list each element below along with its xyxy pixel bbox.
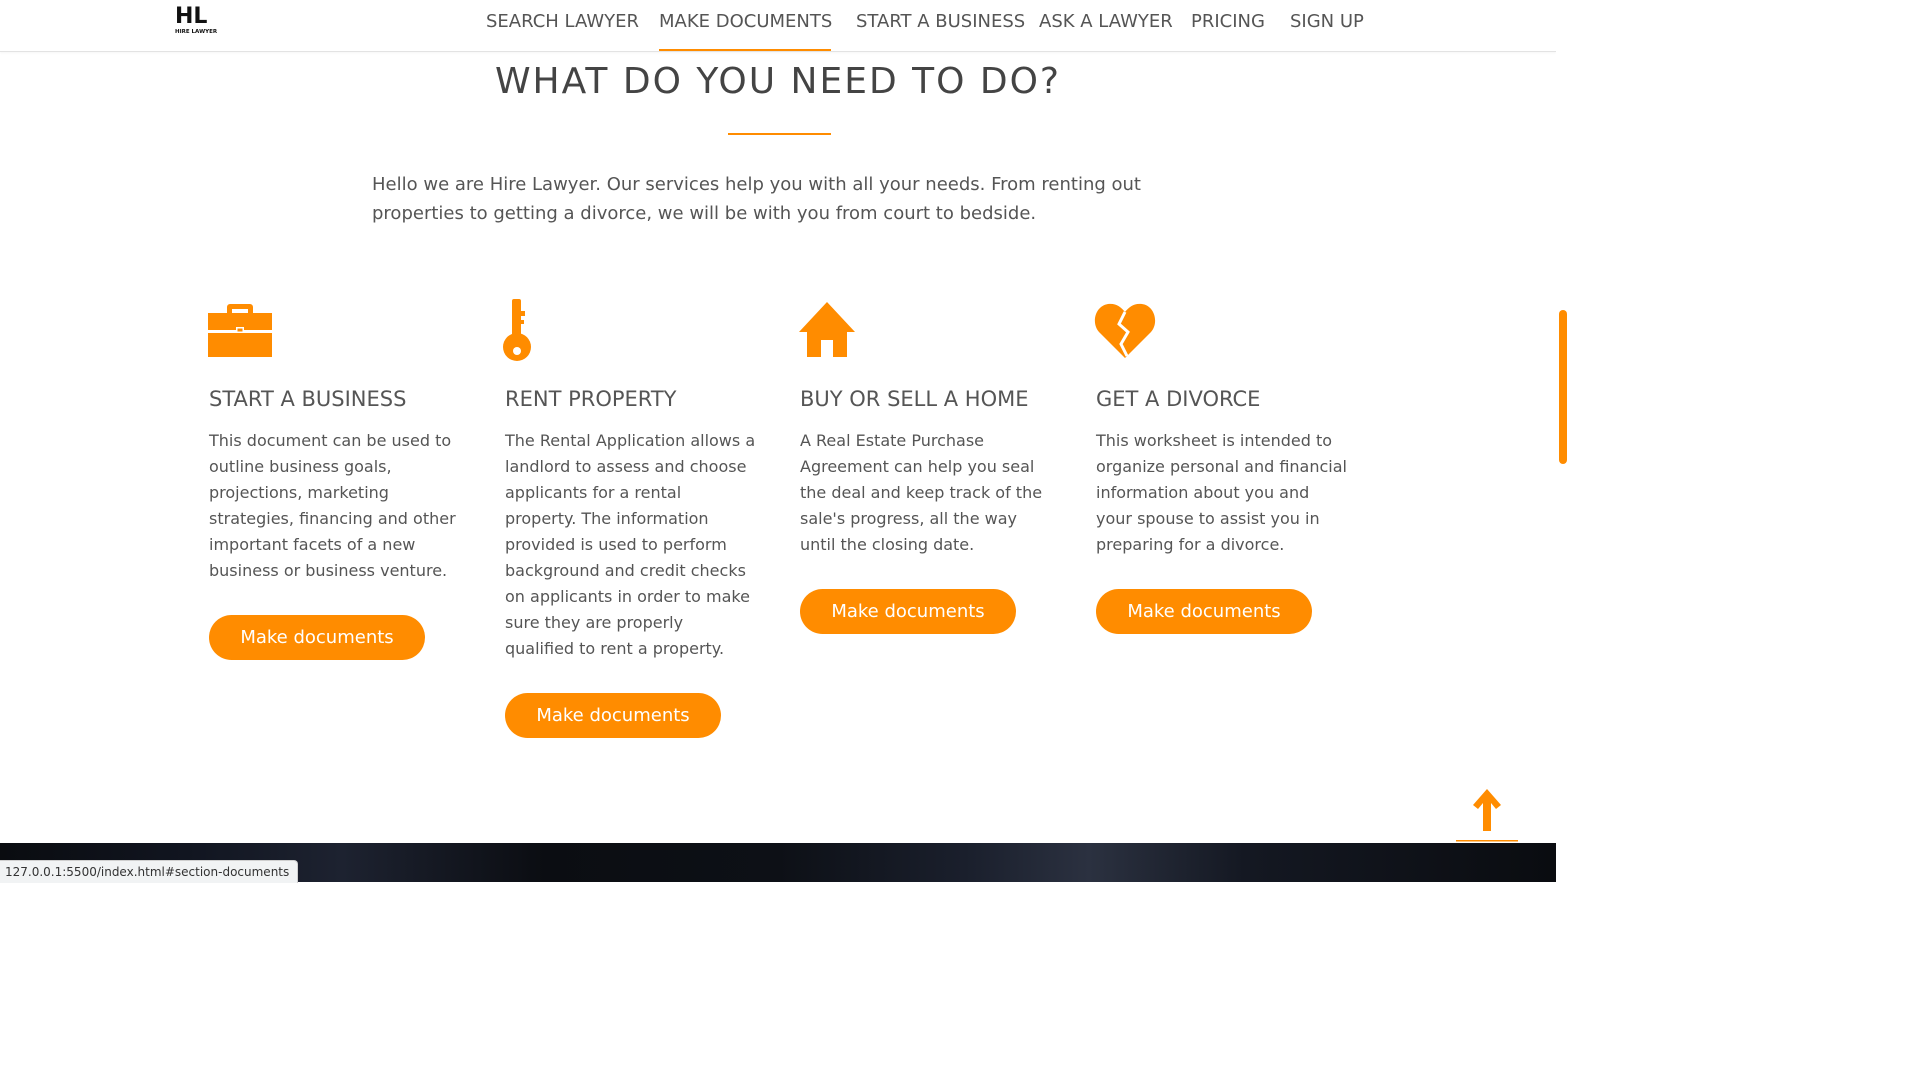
nav-sign-up[interactable]: SIGN UP xyxy=(1290,11,1364,33)
feature-description: This document can be used to outline bus… xyxy=(209,431,456,580)
arrow-up-icon xyxy=(1456,789,1518,842)
feature-title: GET A DIVORCE xyxy=(1096,387,1261,411)
browser-status-url: 127.0.0.1:5500/index.html#section-docume… xyxy=(0,860,299,883)
scrollbar-thumb[interactable] xyxy=(1559,310,1567,464)
nav-search-lawyer[interactable]: SEARCH LAWYER xyxy=(486,11,639,33)
make-documents-button[interactable]: Make documents xyxy=(1096,589,1312,634)
nav-ask-a-lawyer[interactable]: ASK A LAWYER xyxy=(1039,11,1173,33)
key-icon xyxy=(502,297,534,367)
site-logo[interactable]: HL HIRE LAWYER xyxy=(175,6,235,40)
feature-description: The Rental Application allows a landlord… xyxy=(505,431,756,658)
feature-title: BUY OR SELL A HOME xyxy=(800,387,1029,411)
nav-pricing[interactable]: PRICING xyxy=(1191,11,1265,33)
logo-mark: HL xyxy=(175,4,208,29)
feature-description: This worksheet is intended to organize p… xyxy=(1096,431,1347,554)
feature-title: START A BUSINESS xyxy=(209,387,407,411)
nav-active-indicator xyxy=(659,49,831,51)
broken-heart-icon xyxy=(1094,302,1156,364)
make-documents-button[interactable]: Make documents xyxy=(209,615,425,660)
logo-subtitle: HIRE LAWYER xyxy=(175,29,218,35)
site-header: HL HIRE LAWYER SEARCH LAWYER MAKE DOCUME… xyxy=(0,0,1556,52)
section-intro: Hello we are Hire Lawyer. Our services h… xyxy=(372,174,1141,224)
section-title: WHAT DO YOU NEED TO DO? xyxy=(494,61,1062,102)
briefcase-icon xyxy=(208,302,272,362)
title-divider xyxy=(728,133,831,135)
make-documents-button[interactable]: Make documents xyxy=(800,589,1016,634)
make-documents-button[interactable]: Make documents xyxy=(505,693,721,738)
feature-title: RENT PROPERTY xyxy=(505,387,677,411)
nav-start-a-business[interactable]: START A BUSINESS xyxy=(856,11,1025,33)
feature-description: A Real Estate Purchase Agreement can hel… xyxy=(800,431,1043,554)
nav-make-documents[interactable]: MAKE DOCUMENTS xyxy=(659,11,832,33)
back-to-top-button[interactable] xyxy=(1456,784,1518,842)
home-icon xyxy=(799,302,855,362)
